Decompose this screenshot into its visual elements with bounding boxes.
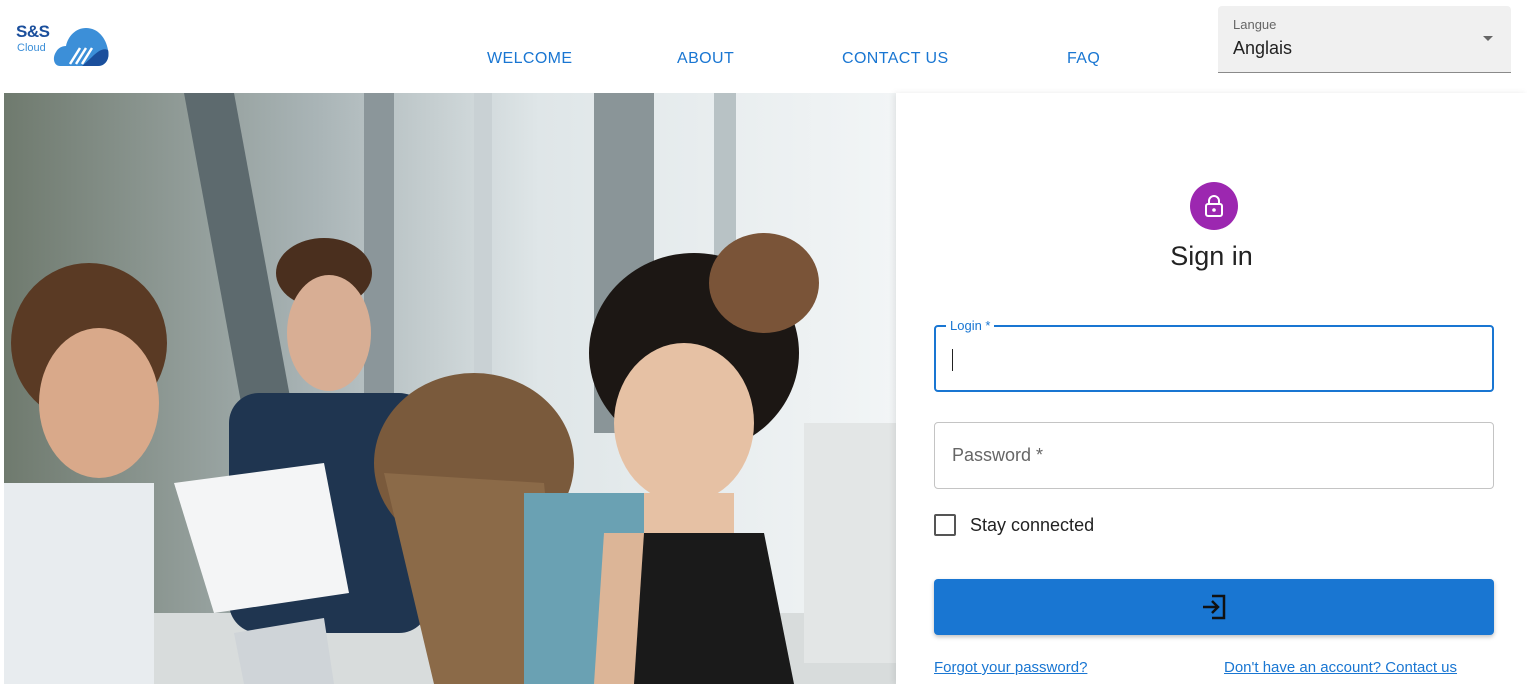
sign-in-button[interactable] xyxy=(934,579,1494,635)
stay-connected-label: Stay connected xyxy=(970,514,1095,535)
nav-about[interactable]: ABOUT xyxy=(677,50,734,68)
login-icon xyxy=(1203,594,1226,620)
password-field[interactable]: Password * xyxy=(934,422,1494,489)
login-field[interactable]: Login * xyxy=(934,318,1494,392)
nav-faq[interactable]: FAQ xyxy=(1067,50,1100,68)
lock-icon xyxy=(1205,195,1223,217)
nav-welcome[interactable]: WELCOME xyxy=(487,50,572,68)
language-select-value: Anglais xyxy=(1233,38,1293,58)
language-select-label: Langue xyxy=(1233,17,1277,32)
chevron-down-icon xyxy=(1483,36,1493,41)
hero-photo xyxy=(4,93,896,684)
lock-avatar xyxy=(1190,182,1238,230)
page-title: Sign in xyxy=(1170,241,1253,271)
logo-secondary-text: Cloud xyxy=(17,42,46,54)
password-field-placeholder: Password * xyxy=(952,445,1044,465)
text-caret xyxy=(952,349,953,371)
header: S&S Cloud WELCOME ABOUT CONTACT US FAQ L… xyxy=(0,0,1527,93)
contact-us-link[interactable]: Don't have an account? Contact us xyxy=(1224,659,1457,676)
forgot-password-link[interactable]: Forgot your password? xyxy=(934,659,1087,676)
logo[interactable]: S&S Cloud xyxy=(16,18,116,70)
sign-in-panel: Sign in Login * Password * Stay connecte… xyxy=(896,93,1527,684)
language-select[interactable]: Langue Anglais xyxy=(1218,6,1511,73)
students-photo-illustration xyxy=(4,93,896,684)
nav-contact-us[interactable]: CONTACT US xyxy=(842,50,949,68)
login-field-label: Login * xyxy=(946,318,995,333)
logo-primary-text: S&S xyxy=(16,22,50,41)
cloud-logo-icon xyxy=(53,28,109,66)
stay-connected-row[interactable]: Stay connected xyxy=(934,511,1094,539)
stay-connected-checkbox[interactable] xyxy=(934,514,956,536)
